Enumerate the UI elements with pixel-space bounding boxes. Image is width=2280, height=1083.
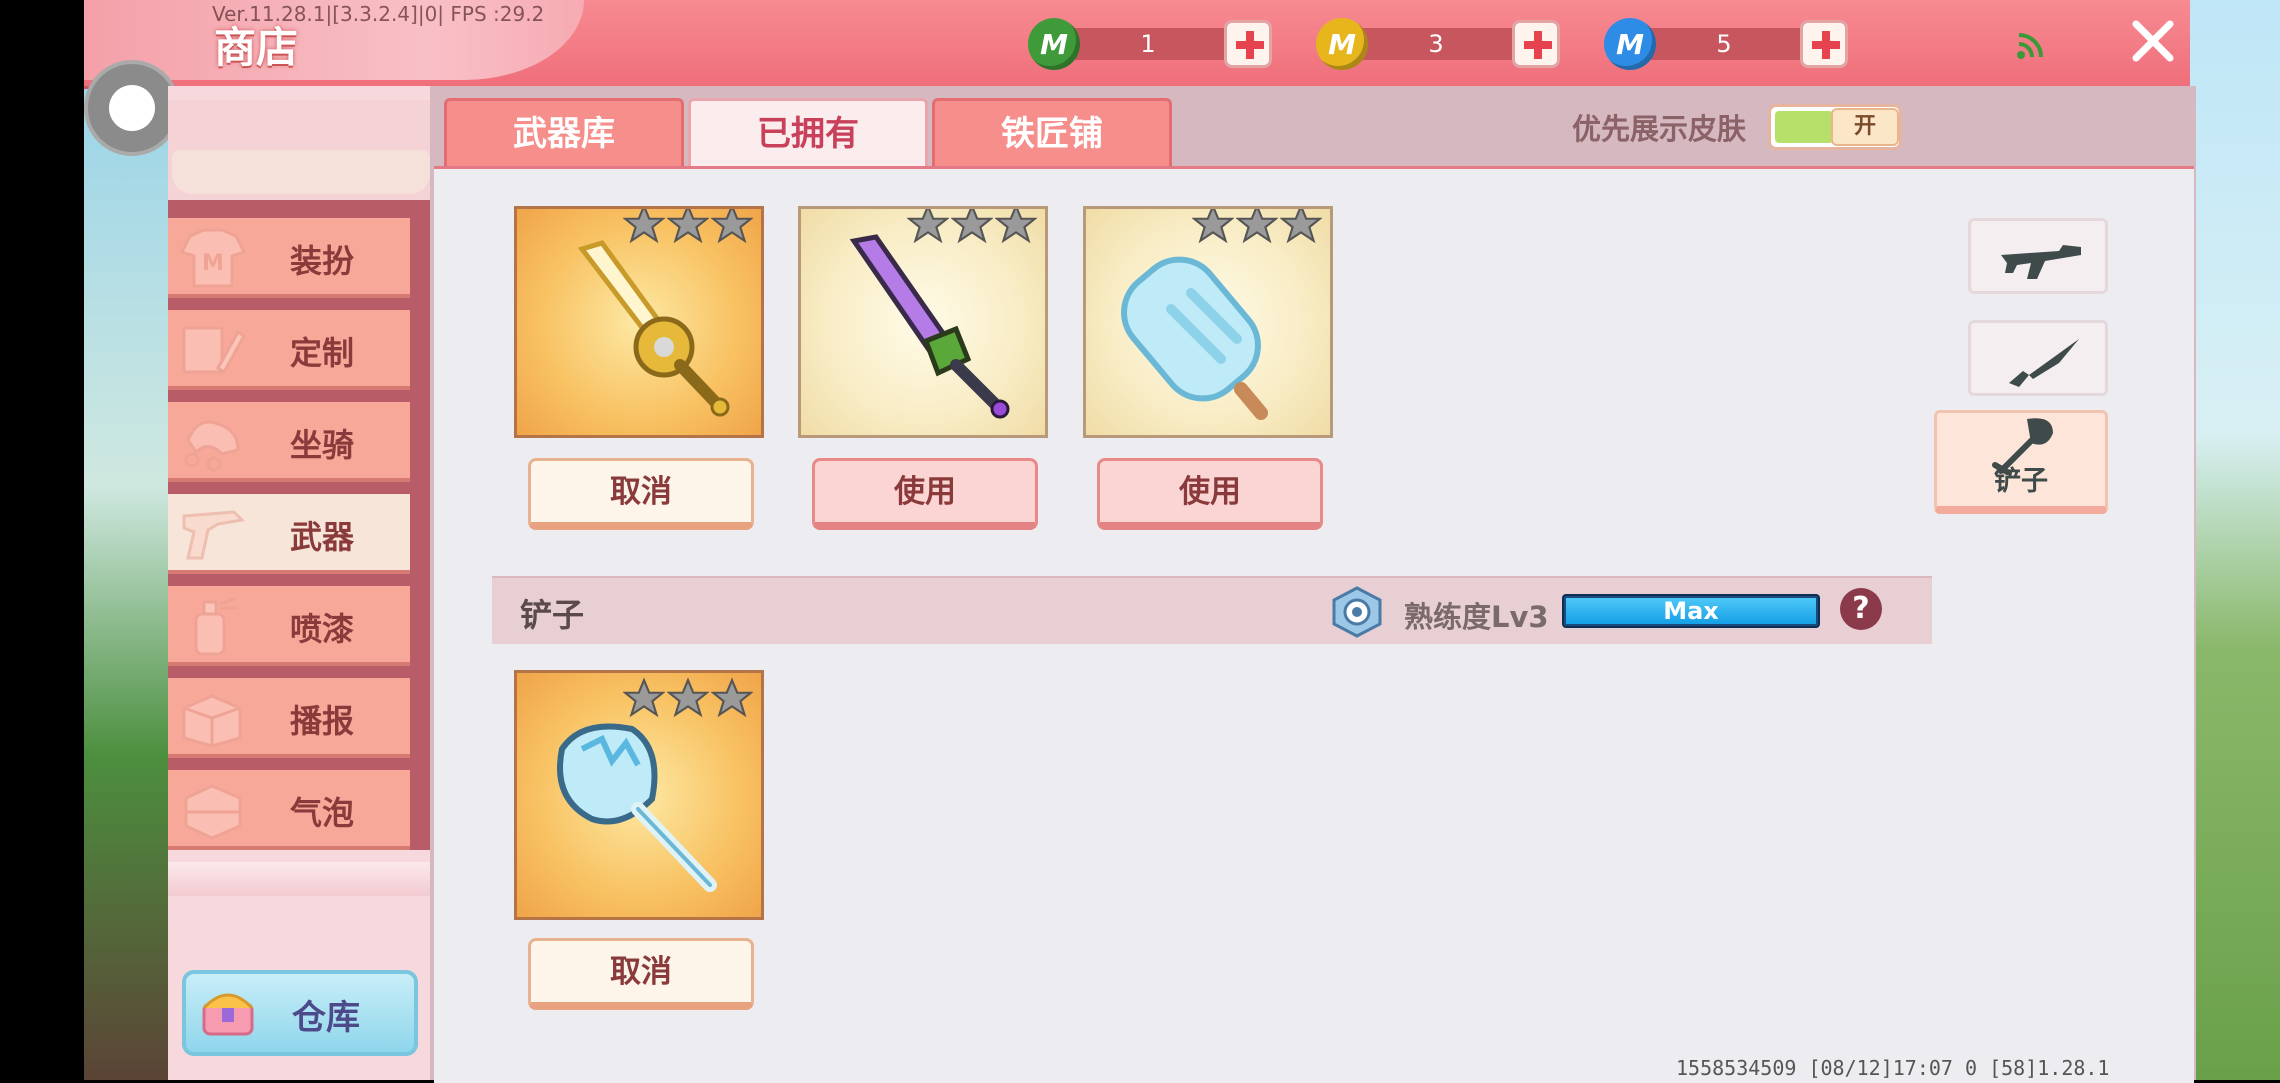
spray-can-icon (194, 596, 238, 656)
add-currency-button[interactable] (1800, 20, 1848, 68)
currency-green: M 1 (1028, 18, 1278, 70)
floating-assist-button[interactable] (84, 60, 180, 156)
skin-priority-toggle[interactable]: 开 (1768, 104, 1902, 150)
tab-owned[interactable]: 已拥有 (688, 98, 928, 168)
warehouse-button[interactable]: 仓库 (182, 970, 418, 1056)
mastery-badge-icon (1332, 586, 1382, 638)
tab-label: 铁匠铺 (1001, 114, 1103, 154)
saddle-icon (184, 420, 240, 472)
mastery-progress-bar: Max (1562, 594, 1820, 628)
svg-text:M: M (202, 251, 224, 276)
gold-coin-icon: M (1316, 18, 1368, 70)
blue-coin-icon: M (1604, 18, 1656, 70)
weapon-card-golden-sword[interactable] (514, 206, 764, 438)
toggle-state: 开 (1831, 108, 1899, 146)
sidebar-item-label: 装扮 (290, 242, 355, 280)
sidebar-item-bubble[interactable]: 气泡 (168, 770, 410, 850)
currency-gold: M 3 (1316, 18, 1566, 70)
mastery-value: Max (1663, 597, 1719, 625)
treasure-chest-icon (202, 993, 254, 1036)
currency-amount: 3 (1428, 30, 1444, 58)
category-label: 铲子 (1994, 466, 2048, 497)
category-knife-button[interactable] (1968, 320, 2108, 396)
popsicle-icon (1121, 256, 1268, 420)
sidebar-item-label: 定制 (290, 334, 355, 372)
sidebar-item-spray[interactable]: 喷漆 (168, 586, 410, 666)
pencil-icon (182, 326, 246, 375)
mastery-label: 熟练度Lv3 (1404, 600, 1549, 634)
rifle-icon (2001, 245, 2081, 279)
currency-amount: 5 (1716, 30, 1732, 58)
weapon-card-ice-shovel[interactable] (514, 670, 764, 920)
debug-info-text: 1558534509 [08/12]17:07 0 [58]1.28.1 (1676, 1056, 2110, 1080)
tshirt-icon: M (179, 228, 247, 288)
sidebar-item-label: 播报 (290, 702, 355, 740)
help-icon[interactable]: ? (1840, 588, 1882, 630)
skin-priority-label: 优先展示皮肤 (1572, 112, 1747, 146)
knife-icon (2009, 339, 2079, 387)
tab-label: 武器库 (513, 114, 615, 154)
weapon-card-purple-sword[interactable] (798, 206, 1048, 438)
use-button[interactable]: 使用 (812, 458, 1038, 530)
sidebar-divider (168, 862, 430, 896)
background-scene-left (84, 0, 174, 1080)
golden-sword-icon (577, 240, 730, 417)
currency-amount: 1 (1140, 30, 1156, 58)
cancel-button[interactable]: 取消 (528, 938, 754, 1010)
section-title: 铲子 (520, 596, 585, 634)
use-button[interactable]: 使用 (1097, 458, 1323, 530)
green-gem-coin-icon: M (1028, 18, 1080, 70)
signal-icon (2017, 33, 2043, 59)
sidebar-item-label: 武器 (290, 518, 355, 556)
category-shovel-button[interactable]: 铲子 (1934, 410, 2108, 514)
sidebar-item-label: 喷漆 (290, 610, 355, 648)
sidebar-item-custom[interactable]: 定制 (168, 310, 410, 390)
sidebar-item-weapon[interactable]: 武器 (168, 494, 410, 574)
cancel-button[interactable]: 取消 (528, 458, 754, 530)
tab-label: 已拥有 (757, 114, 859, 154)
sidebar-item-label: 坐骑 (290, 426, 355, 464)
gun-icon (182, 510, 246, 560)
close-icon[interactable] (2128, 16, 2178, 66)
add-currency-button[interactable] (1224, 20, 1272, 68)
page-title: 商店 (214, 23, 299, 72)
tab-blacksmith[interactable]: 铁匠铺 (932, 98, 1172, 168)
warehouse-label: 仓库 (292, 998, 360, 1038)
sidebar-item-label: 气泡 (290, 794, 355, 832)
weapon-card-popsicle[interactable] (1083, 206, 1333, 438)
background-scene-right (2190, 0, 2280, 1080)
add-currency-button[interactable] (1512, 20, 1560, 68)
bubble-icon (184, 784, 242, 840)
purple-sword-icon (849, 234, 1010, 419)
category-rifle-button[interactable] (1968, 218, 2108, 294)
sidebar-item-broadcast[interactable]: 播报 (168, 678, 410, 758)
sidebar-item-partial[interactable] (172, 150, 430, 194)
currency-blue: M 5 (1604, 18, 1854, 70)
box-icon (182, 694, 242, 748)
weapon-category-header: 铲子 熟练度Lv3 Max ? (492, 576, 1932, 644)
sidebar-item-mount[interactable]: 坐骑 (168, 402, 410, 482)
sidebar-item-outfit[interactable]: M 装扮 (168, 218, 410, 298)
ice-shovel-icon (557, 723, 717, 892)
tab-armory[interactable]: 武器库 (444, 98, 684, 168)
